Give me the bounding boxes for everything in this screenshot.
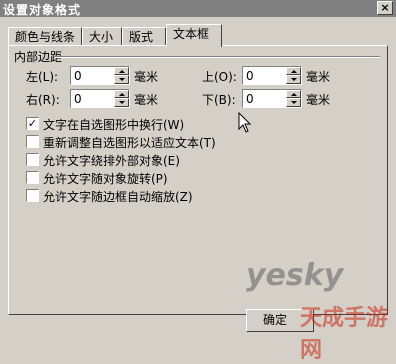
- left-margin-label: 左(L):: [26, 70, 59, 84]
- bottom-margin-label: 下(B):: [202, 93, 236, 107]
- left-margin-unit: 毫米: [134, 70, 159, 84]
- checkbox-rotate-text[interactable]: [26, 171, 39, 184]
- top-margin-down-button[interactable]: [286, 75, 301, 84]
- window-title: 设置对象格式: [3, 3, 82, 17]
- site-watermark: 天成手游网: [300, 306, 389, 363]
- left-margin-up-button[interactable]: [114, 67, 129, 75]
- top-margin-up-button[interactable]: [286, 67, 301, 75]
- group-divider: [54, 56, 380, 58]
- bottom-margin-value[interactable]: 0: [246, 92, 254, 106]
- tab-size[interactable]: 大小: [82, 27, 122, 46]
- right-margin-unit: 毫米: [134, 93, 159, 107]
- top-margin-label: 上(O):: [202, 70, 237, 84]
- option-label: 文字在自选图形中换行(W): [43, 118, 185, 132]
- option-label: 允许文字随边框自动缩放(Z): [43, 190, 193, 204]
- close-button[interactable]: ×: [377, 1, 393, 15]
- tab-textbox[interactable]: 文本框: [166, 24, 222, 47]
- top-margin-unit: 毫米: [306, 70, 331, 84]
- checkbox-wrap-text[interactable]: ✓: [26, 117, 39, 130]
- checkbox-resize-shape[interactable]: [26, 135, 39, 148]
- bottom-margin-down-button[interactable]: [286, 98, 301, 107]
- option-label: 允许文字绕排外部对象(E): [43, 154, 180, 168]
- right-margin-down-button[interactable]: [114, 98, 129, 107]
- left-margin-value[interactable]: 0: [74, 69, 82, 83]
- mouse-cursor-icon: [238, 112, 252, 133]
- top-margin-stepper[interactable]: 0: [242, 66, 302, 85]
- right-margin-up-button[interactable]: [114, 90, 129, 98]
- option-label: 允许文字随对象旋转(P): [43, 172, 168, 186]
- top-margin-value[interactable]: 0: [246, 69, 254, 83]
- right-margin-label: 右(R):: [26, 93, 60, 107]
- tab-colors-lines[interactable]: 颜色与线条: [8, 27, 82, 46]
- bottom-margin-up-button[interactable]: [286, 90, 301, 98]
- left-margin-down-button[interactable]: [114, 75, 129, 84]
- bottom-margin-unit: 毫米: [306, 93, 331, 107]
- tab-strip: 颜色与线条 大小 版式 文本框: [8, 24, 388, 47]
- left-margin-stepper[interactable]: 0: [70, 66, 130, 85]
- bottom-margin-stepper[interactable]: 0: [242, 89, 302, 108]
- title-bar: 设置对象格式 ×: [0, 0, 396, 17]
- tab-layout[interactable]: 版式: [122, 27, 166, 46]
- option-label: 重新调整自选图形以适应文本(T): [43, 136, 216, 150]
- close-icon: ×: [380, 1, 390, 14]
- right-margin-stepper[interactable]: 0: [70, 89, 130, 108]
- checkbox-autofit-text[interactable]: [26, 189, 39, 202]
- checkbox-wrap-outside[interactable]: [26, 153, 39, 166]
- right-margin-value[interactable]: 0: [74, 92, 82, 106]
- yesky-watermark: yesky: [246, 258, 344, 293]
